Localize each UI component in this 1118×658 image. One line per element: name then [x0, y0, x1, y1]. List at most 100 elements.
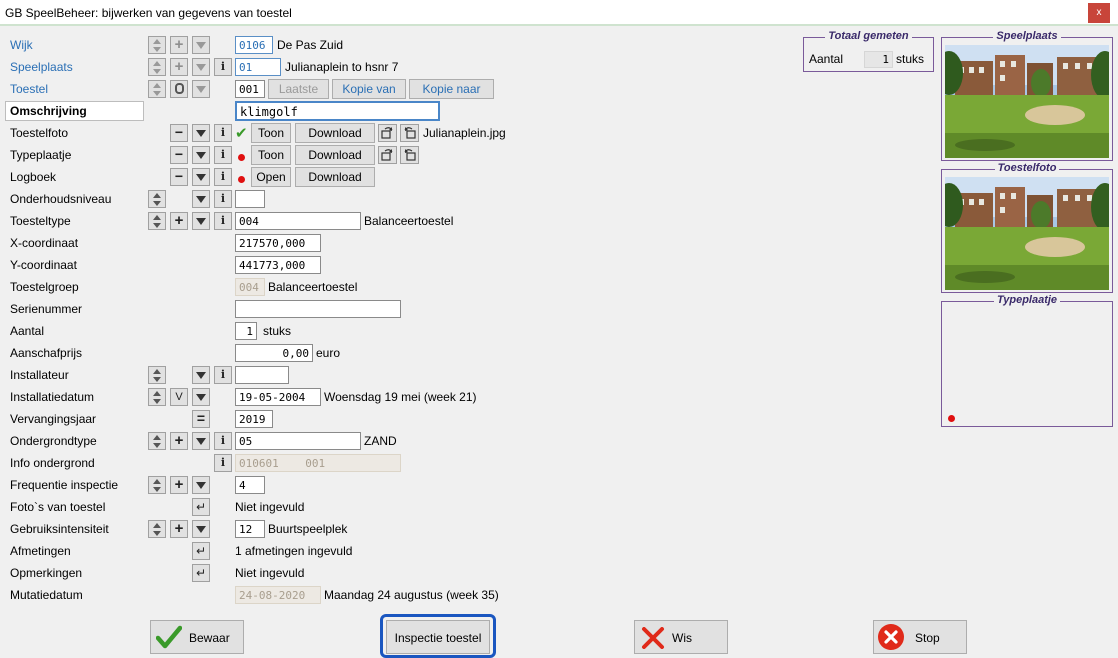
toestel-code-field[interactable]: 001: [235, 80, 265, 98]
logboek-download-button[interactable]: Download: [295, 167, 375, 187]
missing-dot-icon: [238, 154, 245, 161]
toestel-updown-icon[interactable]: [148, 80, 166, 98]
installateur-dropdown-icon[interactable]: [192, 366, 210, 384]
bewaar-button[interactable]: Bewaar: [150, 620, 244, 654]
toesteltype-field[interactable]: 004: [235, 212, 361, 230]
installateur-info-icon[interactable]: i: [214, 366, 232, 384]
toestel-dropdown-icon[interactable]: [192, 80, 210, 98]
ondergrondtype-dropdown-icon[interactable]: [192, 432, 210, 450]
afmetingen-desc: 1 afmetingen ingevuld: [235, 544, 353, 558]
x-coordinaat-field[interactable]: 217570,000: [235, 234, 321, 252]
onderhoudsniveau-info-icon[interactable]: i: [214, 190, 232, 208]
toestelfoto-info-icon[interactable]: i: [214, 124, 232, 142]
ondergrondtype-updown-icon[interactable]: [148, 432, 166, 450]
ondergrondtype-add-icon[interactable]: +: [170, 432, 188, 450]
typeplaatje-toon-button[interactable]: Toon: [251, 145, 291, 165]
afmetingen-enter-icon[interactable]: ↵: [192, 542, 210, 560]
aanschafprijs-field[interactable]: 0,00: [235, 344, 313, 362]
speelplaats-info-icon[interactable]: i: [214, 58, 232, 76]
rotate-left-icon[interactable]: [400, 146, 419, 164]
wijk-label[interactable]: Wijk: [10, 38, 33, 52]
opmerkingen-enter-icon[interactable]: ↵: [192, 564, 210, 582]
speelplaats-photo-title: Speelplaats: [993, 30, 1061, 42]
wis-button[interactable]: Wis: [634, 620, 728, 654]
serienummer-field[interactable]: [235, 300, 401, 318]
rotate-left-icon[interactable]: [400, 124, 419, 142]
logboek-info-icon[interactable]: i: [214, 168, 232, 186]
toesteltype-updown-icon[interactable]: [148, 212, 166, 230]
toestel-zero-icon[interactable]: [170, 80, 188, 98]
installateur-updown-icon[interactable]: [148, 366, 166, 384]
gebruiksintensiteit-add-icon[interactable]: +: [170, 520, 188, 538]
aantal-field[interactable]: 1: [235, 322, 257, 340]
totaal-gemeten-title: Totaal gemeten: [825, 30, 912, 42]
toestelgroep-label: Toestelgroep: [10, 280, 79, 294]
rotate-right-icon[interactable]: [378, 146, 397, 164]
speelplaats-dropdown-icon[interactable]: [192, 58, 210, 76]
typeplaatje-info-icon[interactable]: i: [214, 146, 232, 164]
speelplaats-label[interactable]: Speelplaats: [10, 60, 73, 74]
ondergrondtype-desc: ZAND: [364, 434, 397, 448]
inspectie-toestel-button[interactable]: Inspectie toestel: [386, 620, 490, 654]
info-ondergrond-info-icon[interactable]: i: [214, 454, 232, 472]
rotate-right-icon[interactable]: [378, 124, 397, 142]
installatiedatum-dropdown-icon[interactable]: [192, 388, 210, 406]
onderhoudsniveau-dropdown-icon[interactable]: [192, 190, 210, 208]
toestelfoto-download-button[interactable]: Download: [295, 123, 375, 143]
ondergrondtype-field[interactable]: 05: [235, 432, 361, 450]
installatiedatum-v-button[interactable]: V: [170, 388, 188, 406]
laatste-button[interactable]: Laatste: [268, 79, 329, 99]
toesteltype-dropdown-icon[interactable]: [192, 212, 210, 230]
row-typeplaatje: Typeplaatje − i Toon Download: [0, 145, 930, 167]
vervangingsjaar-field[interactable]: 2019: [235, 410, 273, 428]
wijk-code-field[interactable]: 0106: [235, 36, 273, 54]
speelplaats-photo[interactable]: [945, 45, 1109, 158]
row-aanschafprijs: Aanschafprijs 0,00 euro: [0, 343, 930, 365]
gebruiksintensiteit-updown-icon[interactable]: [148, 520, 166, 538]
installateur-field[interactable]: [235, 366, 289, 384]
toesteltype-info-icon[interactable]: i: [214, 212, 232, 230]
y-coordinaat-field[interactable]: 441773,000: [235, 256, 321, 274]
installatiedatum-field[interactable]: 19-05-2004: [235, 388, 321, 406]
typeplaatje-download-button[interactable]: Download: [295, 145, 375, 165]
vervangingsjaar-equals-icon[interactable]: =: [192, 410, 210, 428]
wijk-dropdown-icon[interactable]: [192, 36, 210, 54]
installatiedatum-updown-icon[interactable]: [148, 388, 166, 406]
frequentie-add-icon[interactable]: +: [170, 476, 188, 494]
frequentie-dropdown-icon[interactable]: [192, 476, 210, 494]
wijk-add-icon[interactable]: +: [170, 36, 188, 54]
logboek-open-button[interactable]: Open: [251, 167, 291, 187]
gebruiksintensiteit-field[interactable]: 12: [235, 520, 265, 538]
toesteltype-add-icon[interactable]: +: [170, 212, 188, 230]
row-toestel: Toestel 001 Laatste Kopie van Kopie naar: [0, 79, 930, 101]
ondergrondtype-info-icon[interactable]: i: [214, 432, 232, 450]
frequentie-updown-icon[interactable]: [148, 476, 166, 494]
onderhoudsniveau-field[interactable]: [235, 190, 265, 208]
speelplaats-updown-icon[interactable]: [148, 58, 166, 76]
logboek-remove-icon[interactable]: −: [170, 168, 188, 186]
frequentie-inspectie-field[interactable]: 4: [235, 476, 265, 494]
stop-button[interactable]: Stop: [873, 620, 967, 654]
kopie-van-button[interactable]: Kopie van: [332, 79, 406, 99]
toestelfoto-dropdown-icon[interactable]: [192, 124, 210, 142]
wijk-updown-icon[interactable]: [148, 36, 166, 54]
typeplaatje-remove-icon[interactable]: −: [170, 146, 188, 164]
totaal-aantal-label: Aantal: [809, 52, 844, 66]
speelplaats-code-field[interactable]: 01: [235, 58, 281, 76]
logboek-dropdown-icon[interactable]: [192, 168, 210, 186]
onderhoudsniveau-updown-icon[interactable]: [148, 190, 166, 208]
speelplaats-add-icon[interactable]: +: [170, 58, 188, 76]
toestel-label[interactable]: Toestel: [10, 82, 48, 96]
omschrijving-input[interactable]: klimgolf: [235, 101, 440, 121]
toestelfoto-remove-icon[interactable]: −: [170, 124, 188, 142]
fotos-enter-icon[interactable]: ↵: [192, 498, 210, 516]
close-button[interactable]: x: [1088, 3, 1110, 23]
gebruiksintensiteit-dropdown-icon[interactable]: [192, 520, 210, 538]
typeplaatje-photo-title: Typeplaatje: [993, 294, 1061, 306]
row-vervangingsjaar: Vervangingsjaar = 2019: [0, 409, 930, 431]
row-afmetingen: Afmetingen ↵ 1 afmetingen ingevuld: [0, 541, 930, 563]
toestelfoto-photo[interactable]: [945, 177, 1109, 290]
toestelfoto-toon-button[interactable]: Toon: [251, 123, 291, 143]
typeplaatje-dropdown-icon[interactable]: [192, 146, 210, 164]
kopie-naar-button[interactable]: Kopie naar: [409, 79, 494, 99]
